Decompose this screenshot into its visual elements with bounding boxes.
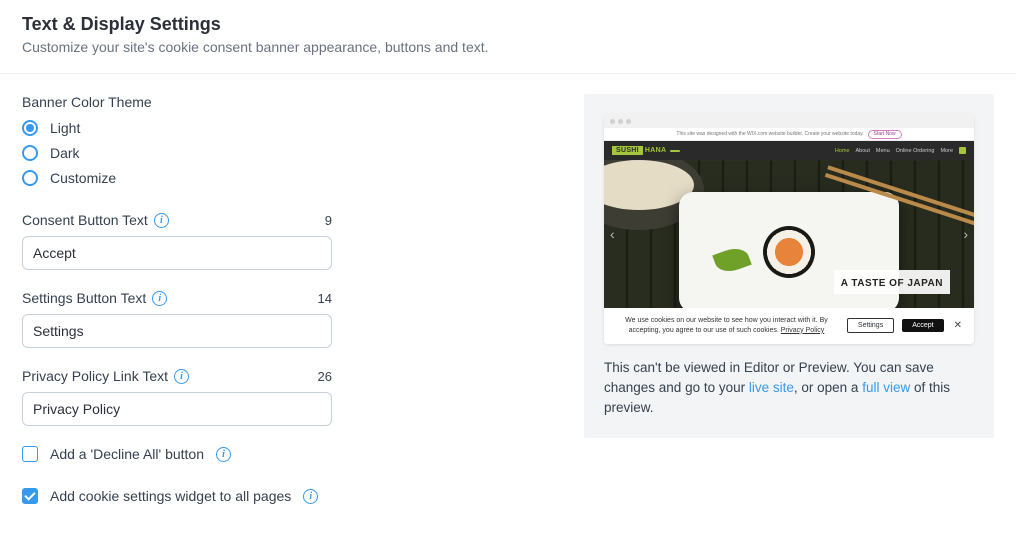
checkbox-label: Add cookie settings widget to all pages — [50, 488, 291, 504]
consent-button-input[interactable] — [22, 236, 332, 270]
theme-option-dark[interactable]: Dark — [22, 145, 332, 161]
checkbox-icon — [22, 446, 38, 462]
radio-icon — [22, 120, 38, 136]
site-header: SUSHI HANA Home About Menu Online Orderi… — [604, 141, 974, 160]
full-view-link[interactable]: full view — [862, 380, 910, 395]
start-now-button: Start Now — [868, 130, 902, 139]
radio-label: Customize — [50, 170, 116, 186]
info-icon[interactable]: i — [152, 291, 167, 306]
theme-option-light[interactable]: Light — [22, 120, 332, 136]
cookie-privacy-link: Privacy Policy — [781, 327, 825, 334]
live-site-link[interactable]: live site — [749, 380, 794, 395]
settings-button-input[interactable] — [22, 314, 332, 348]
char-count: 14 — [318, 291, 332, 306]
info-icon[interactable]: i — [154, 213, 169, 228]
cookie-text: We use cookies on our website to see how… — [614, 316, 839, 336]
consent-button-field: Consent Button Text i 9 — [22, 212, 332, 270]
radio-icon — [22, 145, 38, 161]
theme-option-customize[interactable]: Customize — [22, 170, 332, 186]
site-logo: SUSHI HANA — [612, 146, 680, 155]
info-icon[interactable]: i — [174, 369, 189, 384]
carousel-prev-icon: ‹ — [610, 226, 920, 242]
theme-radio-group: Light Dark Customize — [22, 120, 332, 186]
field-label: Privacy Policy Link Text — [22, 368, 168, 384]
cookie-settings-button: Settings — [847, 318, 894, 333]
radio-label: Light — [50, 120, 80, 136]
site-nav: Home About Menu Online Ordering More — [835, 147, 966, 154]
browser-chrome — [604, 114, 974, 128]
hero-image: ‹ › A TASTE OF JAPAN — [604, 160, 974, 308]
cookie-banner: We use cookies on our website to see how… — [604, 308, 974, 344]
page-title: Text & Display Settings — [22, 14, 994, 35]
wix-bar-text: This site was designed with the WIX.com … — [676, 131, 863, 137]
char-count: 26 — [318, 369, 332, 384]
hero-title: A TASTE OF JAPAN — [841, 278, 943, 289]
radio-icon — [22, 170, 38, 186]
info-icon[interactable]: i — [216, 447, 231, 462]
privacy-link-field: Privacy Policy Link Text i 26 — [22, 368, 332, 426]
wix-bar: This site was designed with the WIX.com … — [604, 128, 974, 141]
preview-panel: This site was designed with the WIX.com … — [584, 94, 994, 438]
info-icon[interactable]: i — [303, 489, 318, 504]
field-label: Consent Button Text — [22, 212, 148, 228]
page-subtitle: Customize your site's cookie consent ban… — [22, 39, 994, 55]
preview-browser: This site was designed with the WIX.com … — [604, 114, 974, 344]
char-count: 9 — [325, 213, 332, 228]
cookie-widget-checkbox-row[interactable]: Add cookie settings widget to all pages … — [22, 488, 332, 504]
checkbox-icon — [22, 488, 38, 504]
theme-label: Banner Color Theme — [22, 94, 332, 110]
header: Text & Display Settings Customize your s… — [0, 0, 1016, 74]
privacy-link-input[interactable] — [22, 392, 332, 426]
settings-button-field: Settings Button Text i 14 — [22, 290, 332, 348]
cookie-accept-button: Accept — [902, 319, 943, 332]
preview-caption: This can't be viewed in Editor or Previe… — [604, 358, 974, 419]
radio-label: Dark — [50, 145, 80, 161]
decline-all-checkbox-row[interactable]: Add a 'Decline All' button i — [22, 446, 332, 462]
cart-icon — [959, 147, 966, 154]
carousel-next-icon: › — [963, 226, 968, 242]
field-label: Settings Button Text — [22, 290, 146, 306]
checkbox-label: Add a 'Decline All' button — [50, 446, 204, 462]
close-icon: ✕ — [952, 320, 964, 331]
